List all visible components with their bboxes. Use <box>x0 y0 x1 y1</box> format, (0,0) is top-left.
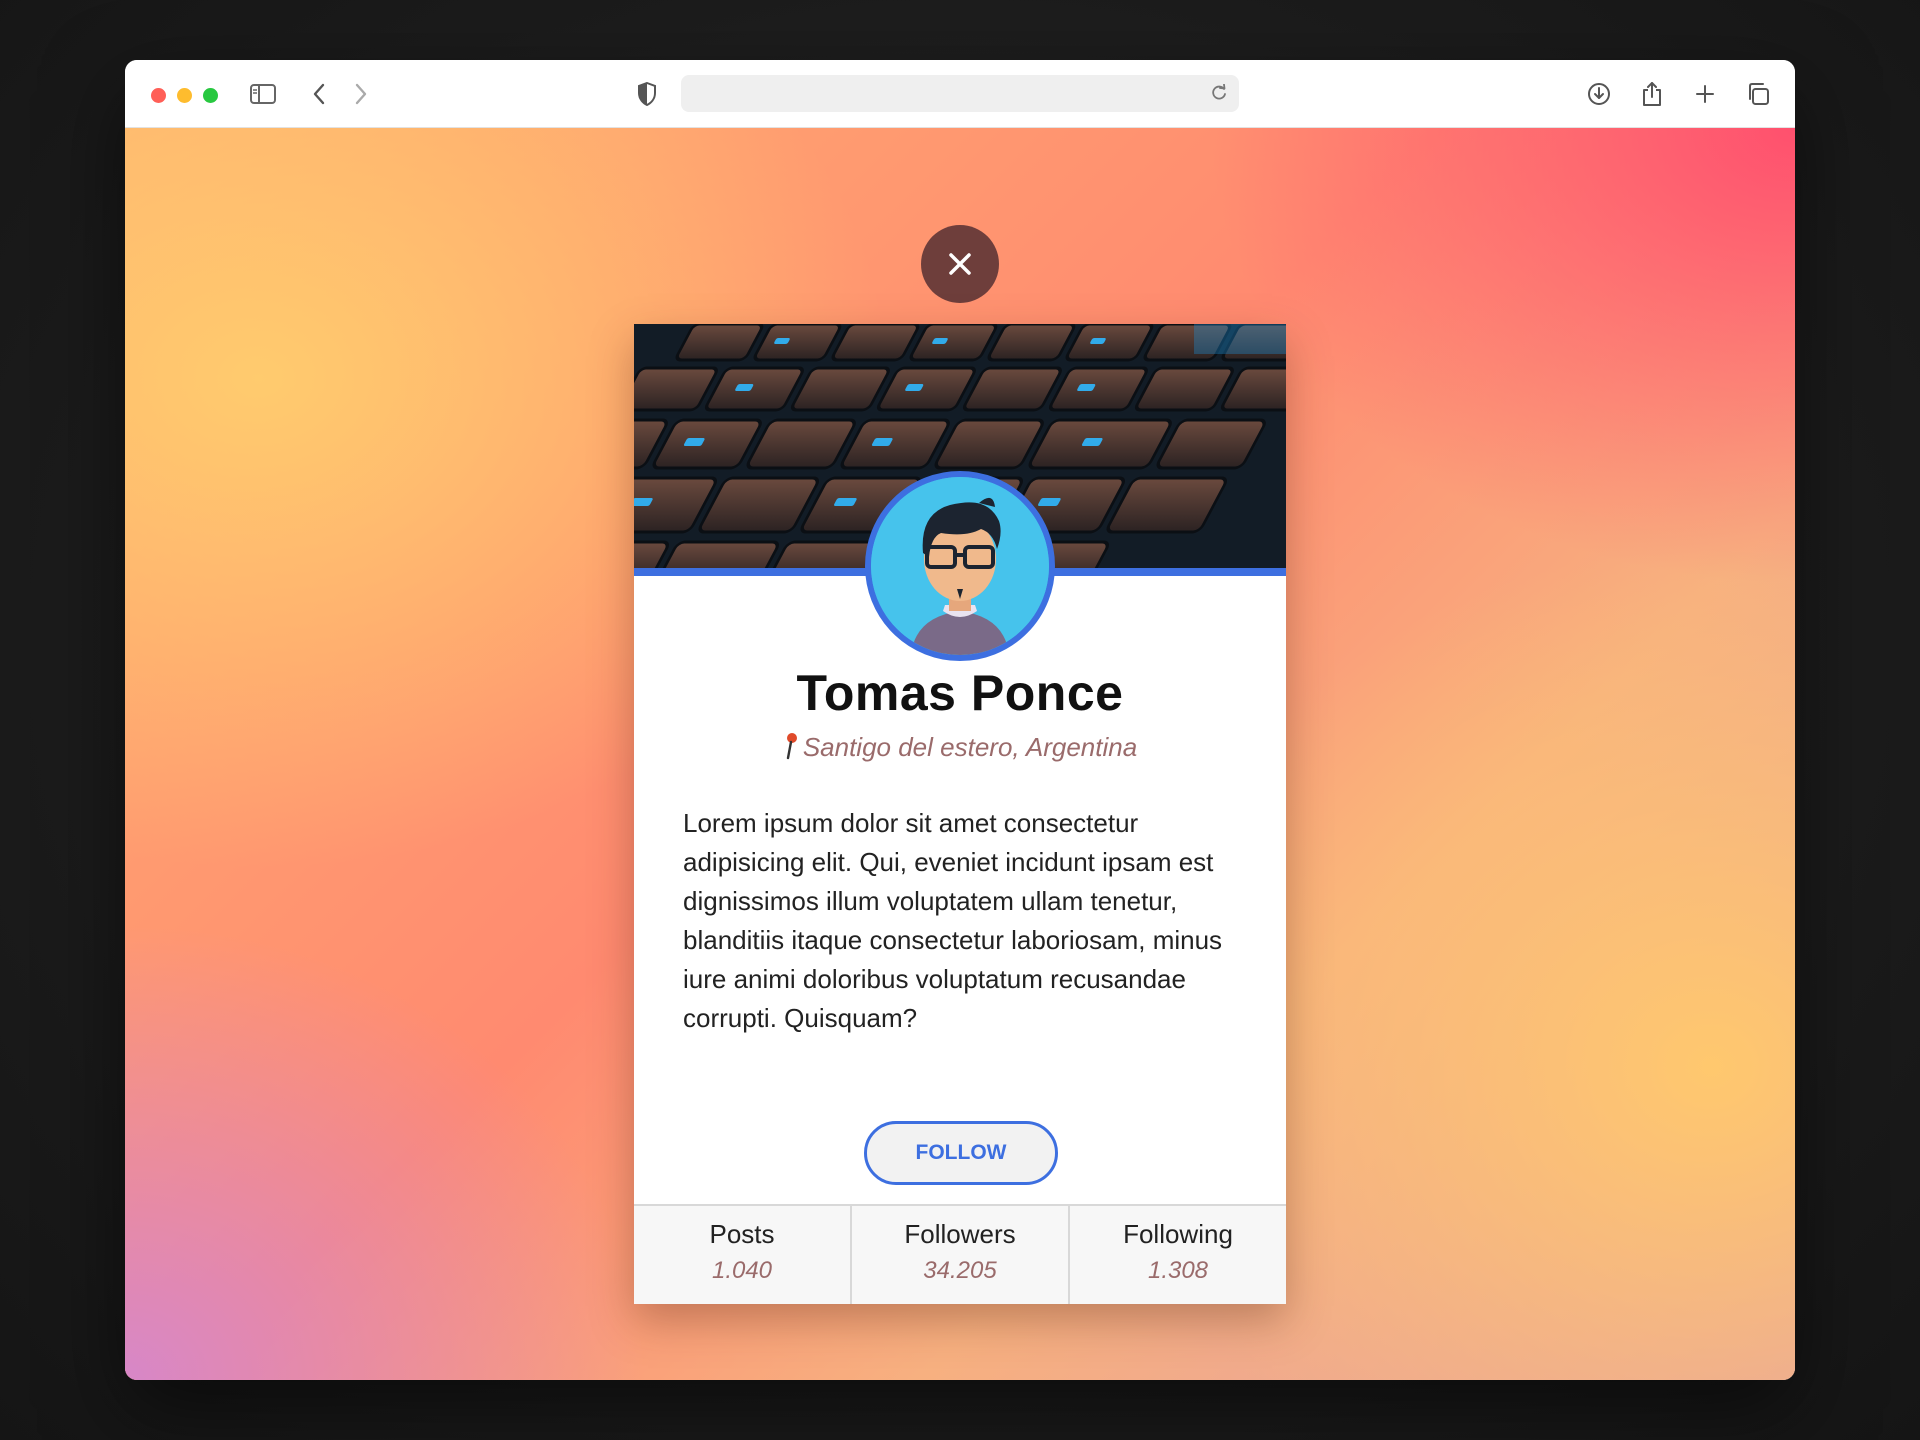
profile-name: Tomas Ponce <box>796 665 1124 721</box>
new-tab-icon[interactable] <box>1689 78 1721 110</box>
download-icon[interactable] <box>1583 78 1615 110</box>
close-window-button[interactable] <box>151 88 166 103</box>
stat-label: Followers <box>904 1219 1016 1249</box>
profile-bio: Lorem ipsum dolor sit amet consectetur a… <box>683 808 1223 1033</box>
share-icon[interactable] <box>1636 78 1668 110</box>
close-card-button[interactable] <box>921 225 999 303</box>
profile-location: Santigo del estero, Argentina <box>634 732 1286 767</box>
avatar <box>865 471 1055 661</box>
stat-value: 34.205 <box>923 1257 997 1284</box>
tabs-overview-icon[interactable] <box>1742 78 1774 110</box>
zoom-window-button[interactable] <box>203 88 218 103</box>
stat-label: Posts <box>709 1219 775 1249</box>
page-content: Tomas Ponce Santigo del estero, Argentin… <box>125 128 1795 1380</box>
stat-followers[interactable]: Followers 34.205 <box>852 1206 1070 1304</box>
back-icon[interactable] <box>303 78 335 110</box>
stat-value: 1.308 <box>1147 1257 1209 1284</box>
location-text: Santigo del estero, Argentina <box>802 732 1138 762</box>
stat-following[interactable]: Following 1.308 <box>1070 1206 1286 1304</box>
location-pin-icon <box>783 732 799 767</box>
sidebar-icon[interactable] <box>247 78 279 110</box>
profile-stats: Posts 1.040 Followers 34.205 Following 1… <box>634 1204 1286 1304</box>
stat-posts[interactable]: Posts 1.040 <box>634 1206 852 1304</box>
stat-value: 1.040 <box>711 1257 773 1284</box>
profile-card: Tomas Ponce Santigo del estero, Argentin… <box>634 324 1286 1304</box>
minimize-window-button[interactable] <box>177 88 192 103</box>
address-bar[interactable] <box>681 75 1239 112</box>
forward-icon[interactable] <box>345 78 377 110</box>
browser-toolbar <box>125 60 1795 128</box>
browser-window: Tomas Ponce Santigo del estero, Argentin… <box>125 60 1795 1380</box>
close-icon <box>949 253 971 275</box>
shield-icon[interactable] <box>631 78 663 110</box>
reload-icon[interactable] <box>1207 81 1231 105</box>
stat-label: Following <box>1123 1219 1233 1249</box>
follow-button[interactable]: FOLLOW <box>864 1121 1058 1185</box>
